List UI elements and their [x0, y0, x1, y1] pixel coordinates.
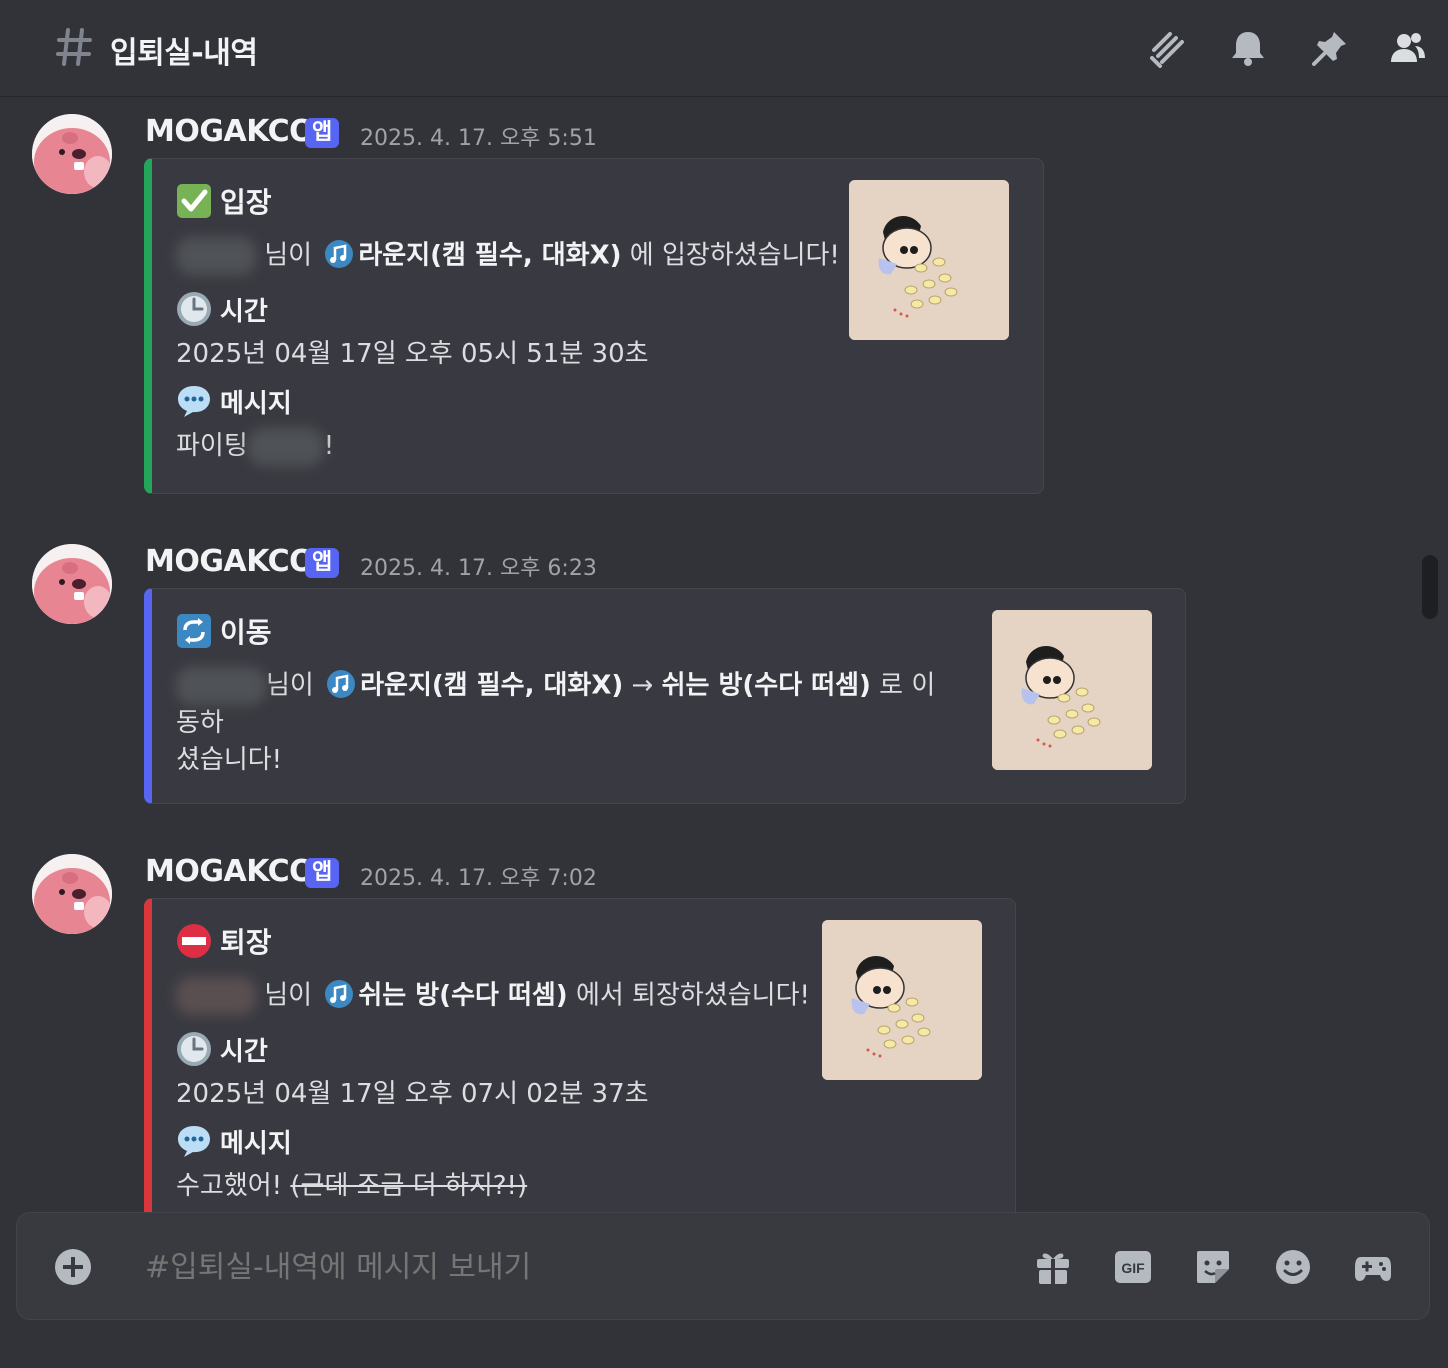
repeat-arrows-icon — [176, 613, 212, 649]
embed-title-text: 퇴장 — [220, 926, 272, 959]
field-value: 파이팅! — [176, 425, 334, 466]
app-badge: 앱 — [305, 548, 340, 578]
field-value: 2025년 04월 17일 오후 07시 02분 37초 — [176, 1079, 649, 1109]
channel-header: 입퇴실-내역 — [0, 0, 1448, 97]
avatar[interactable] — [32, 854, 112, 934]
members-icon[interactable] — [1388, 28, 1428, 68]
embed-title-text: 입장 — [220, 186, 272, 219]
avatar[interactable] — [32, 544, 112, 624]
embed-description: 님이 라운지(캠 필수, 대화X) → 쉬는 방(수다 떠셈) 로 이동하 셨습… — [176, 667, 956, 779]
channel-title: 입퇴실-내역 — [110, 36, 258, 71]
app-badge: 앱 — [305, 858, 340, 888]
embed: 이동 님이 라운지(캠 필수, 대화X) → 쉬는 방(수다 떠셈) 로 이동하… — [144, 588, 1186, 804]
redacted-text — [247, 427, 324, 466]
pin-icon[interactable] — [1310, 28, 1350, 68]
redacted-username — [176, 977, 256, 1015]
check-mark-button-icon — [176, 183, 212, 219]
clock-icon — [176, 1031, 212, 1067]
plus-icon[interactable] — [53, 1247, 93, 1287]
field-title: 메시지 — [176, 381, 292, 421]
scrollbar-thumb[interactable] — [1422, 555, 1438, 619]
field-value: 수고했어! (근데 조금 더 하지?!) — [176, 1171, 528, 1201]
timestamp: 2025. 4. 17. 오후 5:51 — [360, 126, 597, 151]
sticker-icon[interactable] — [1193, 1247, 1233, 1287]
musical-note-icon — [325, 239, 354, 268]
channel-mention[interactable]: 라운지(캠 필수, 대화X) — [360, 671, 623, 701]
gif-label: GIF — [1121, 1260, 1145, 1276]
speech-bubble-icon — [176, 1123, 212, 1159]
channel-mention[interactable]: 쉬는 방(수다 떠셈) — [662, 671, 871, 701]
embed-thumbnail[interactable] — [992, 610, 1152, 770]
cartoon-thumbnail-image — [822, 920, 982, 1080]
no-entry-icon — [176, 923, 212, 959]
timestamp: 2025. 4. 17. 오후 6:23 — [360, 556, 597, 581]
field-title: 시간 — [176, 289, 268, 329]
field-title: 시간 — [176, 1029, 268, 1069]
musical-note-icon — [325, 979, 354, 1008]
channel-mention[interactable]: 라운지(캠 필수, 대화X) — [358, 241, 621, 271]
embed-description: 님이 쉬는 방(수다 떠셈) 에서 퇴장하셨습니다! — [176, 977, 810, 1015]
embed-title: 퇴장 — [176, 921, 272, 961]
gif-icon[interactable]: GIF — [1113, 1247, 1153, 1287]
field-value: 2025년 04월 17일 오후 05시 51분 30초 — [176, 339, 649, 369]
embed-description: 님이 라운지(캠 필수, 대화X) 에 입장하셨습니다! — [176, 237, 840, 275]
embed-title: 이동 — [176, 611, 272, 651]
channel-mention[interactable]: 쉬는 방(수다 떠셈) — [358, 981, 567, 1011]
bell-icon[interactable] — [1228, 28, 1268, 68]
message-input[interactable] — [145, 1247, 1005, 1287]
cartoon-thumbnail-image — [992, 610, 1152, 770]
emoji-icon[interactable] — [1273, 1247, 1313, 1287]
embed-thumbnail[interactable] — [849, 180, 1009, 340]
strikethrough-text: (근데 조금 더 하지?!) — [290, 1171, 528, 1201]
avatar[interactable] — [32, 114, 112, 194]
username[interactable]: MOGAKCO — [145, 114, 315, 149]
username[interactable]: MOGAKCO — [145, 544, 315, 579]
hashtag-icon — [56, 28, 92, 66]
cartoon-thumbnail-image — [849, 180, 1009, 340]
redacted-username — [176, 667, 266, 705]
app-badge: 앱 — [305, 118, 340, 148]
embed-title: 입장 — [176, 181, 272, 221]
field-title: 메시지 — [176, 1121, 292, 1161]
gift-icon[interactable] — [1033, 1247, 1073, 1287]
musical-note-icon — [327, 669, 356, 698]
message-composer: GIF — [16, 1212, 1430, 1320]
redacted-username — [176, 237, 256, 275]
embed: 퇴장 님이 쉬는 방(수다 떠셈) 에서 퇴장하셨습니다! 시간 2025년 0… — [144, 898, 1016, 1258]
threads-icon[interactable] — [1148, 28, 1188, 68]
speech-bubble-icon — [176, 383, 212, 419]
clock-icon — [176, 291, 212, 327]
embed: 입장 님이 라운지(캠 필수, 대화X) 에 입장하셨습니다! 시간 2025년… — [144, 158, 1044, 494]
embed-thumbnail[interactable] — [822, 920, 982, 1080]
apps-icon[interactable] — [1353, 1247, 1393, 1287]
timestamp: 2025. 4. 17. 오후 7:02 — [360, 866, 597, 891]
username[interactable]: MOGAKCO — [145, 854, 315, 889]
embed-title-text: 이동 — [220, 616, 272, 649]
